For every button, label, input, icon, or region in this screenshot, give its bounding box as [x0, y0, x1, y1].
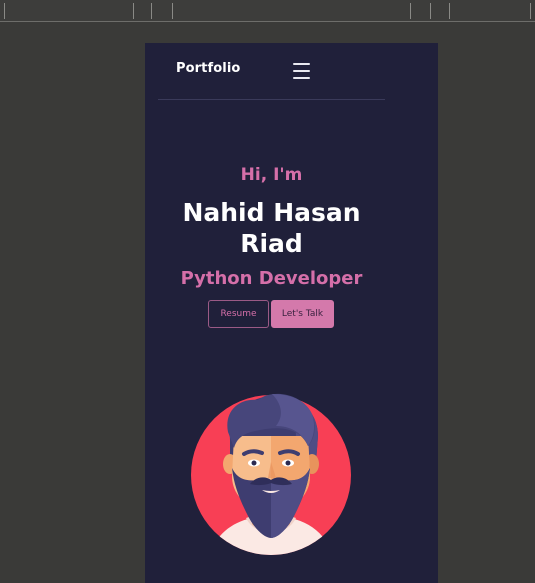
- ruler-divider: [4, 3, 5, 19]
- lets-talk-button[interactable]: Let's Talk: [271, 300, 334, 328]
- brand-logo[interactable]: Portfolio: [176, 61, 240, 76]
- hamburger-menu-icon[interactable]: [292, 60, 312, 82]
- ruler-divider: [172, 3, 173, 19]
- bearded-man-avatar-icon: [191, 393, 351, 555]
- mobile-viewport: Portfolio Hi, I'm Nahid Hasan Riad Pytho…: [145, 43, 438, 583]
- ruler-divider: [530, 3, 531, 19]
- ruler-divider: [430, 3, 431, 19]
- menu-bar: [293, 70, 310, 72]
- hero-actions: Resume Let's Talk: [208, 300, 338, 330]
- ruler-divider: [151, 3, 152, 19]
- hero-greeting: Hi, I'm: [240, 165, 303, 185]
- ruler-divider: [449, 3, 450, 19]
- navbar: Portfolio: [158, 43, 385, 100]
- top-ruler: [0, 0, 535, 22]
- ruler-divider: [410, 3, 411, 19]
- avatar: [190, 388, 352, 560]
- resume-button[interactable]: Resume: [208, 300, 269, 328]
- hero-name-line2: Riad: [240, 229, 303, 258]
- menu-bar: [293, 77, 310, 79]
- hero-name-line1: Nahid Hasan: [182, 198, 361, 227]
- ruler-baseline: [0, 21, 535, 22]
- ruler-divider: [133, 3, 134, 19]
- menu-bar: [293, 63, 310, 65]
- hero-name: Nahid Hasan Riad: [145, 197, 398, 259]
- hero-role: Python Developer: [180, 268, 363, 289]
